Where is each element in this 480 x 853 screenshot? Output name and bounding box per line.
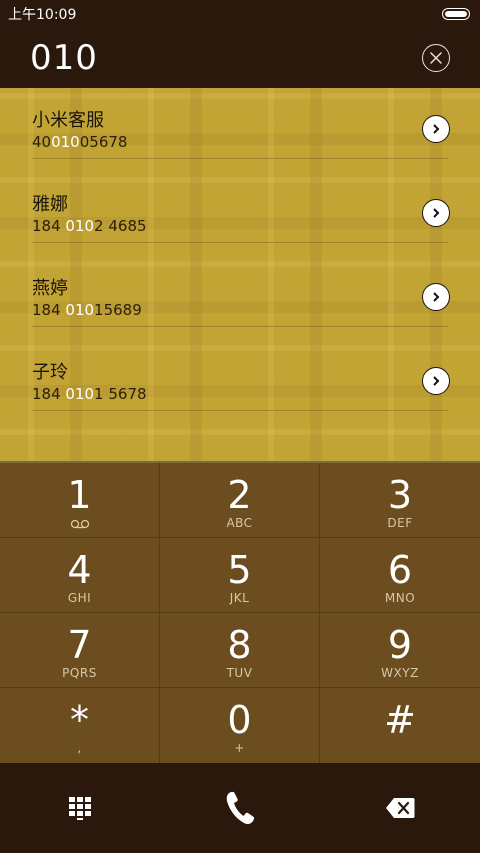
dialpad-grid-icon [69,797,91,820]
key-digit: 1 [67,473,92,517]
chevron-right-icon [433,292,440,302]
key-2[interactable]: 2 ABC [160,463,320,538]
contact-name: 燕婷 [32,278,68,299]
contact-detail-button[interactable] [422,199,450,227]
key-hash[interactable]: # [320,688,480,763]
key-digit: 3 [387,473,413,517]
key-digit: 0 [227,698,252,742]
key-9[interactable]: 9 WXYZ [320,613,480,688]
chevron-right-icon [433,376,440,386]
contact-name: 小米客服 [32,110,104,131]
backspace-icon [386,798,415,818]
voicemail-icon [70,515,90,529]
contact-detail-button[interactable] [422,115,450,143]
key-letters: MNO [384,591,416,605]
key-digit: 4 [67,548,92,592]
key-digit: 8 [227,623,252,667]
key-letters: ABC [226,516,253,530]
delete-digit-button[interactable] [370,778,430,838]
close-icon [430,52,442,64]
key-digit: 6 [387,548,413,592]
contact-number: 4001005678 [32,133,128,151]
contact-number: 184 0101 5678 [32,385,147,403]
chevron-right-icon [433,208,440,218]
key-8[interactable]: 8 TUV [160,613,320,688]
battery-icon [442,8,470,20]
contact-number: 184 01015689 [32,301,142,319]
key-letters: JKL [229,591,250,605]
key-0[interactable]: 0 + [160,688,320,763]
key-digit: 5 [227,548,252,592]
key-7[interactable]: 7 PQRS [0,613,160,688]
key-letters: WXYZ [381,666,419,680]
search-results-list: 小米客服 4001005678 雅娜 184 0102 4685 燕婷 184 … [0,88,480,463]
key-5[interactable]: 5 JKL [160,538,320,613]
contact-result-item[interactable]: 燕婷 184 01015689 [32,256,450,327]
contact-name: 子玲 [32,362,68,383]
key-letters: PQRS [62,666,97,680]
call-button[interactable] [210,778,270,838]
contact-name: 雅娜 [32,194,68,215]
key-4[interactable]: 4 GHI [0,538,160,613]
key-star[interactable]: * , [0,688,160,763]
contact-number: 184 0102 4685 [32,217,147,235]
contact-detail-button[interactable] [422,367,450,395]
chevron-right-icon [433,124,440,134]
dialpad-toggle-button[interactable] [50,778,110,838]
key-digit: 7 [67,623,92,667]
key-letters: GHI [67,591,92,605]
key-letters: + [234,741,245,755]
key-letters: DEF [387,516,413,530]
key-6[interactable]: 6 MNO [320,538,480,613]
status-time: 上午10:09 [8,7,77,23]
key-1[interactable]: 1 [0,463,160,538]
phone-icon [226,791,255,825]
dial-header: 010 [0,28,480,88]
clear-input-button[interactable] [422,44,450,72]
key-3[interactable]: 3 DEF [320,463,480,538]
key-letters: TUV [226,666,253,680]
key-digit: 2 [227,473,252,517]
key-digit: # [384,698,416,742]
dial-keypad: 1 2 ABC 3 DEF 4 GHI 5 JKL 6 MNO 7 PQRS 8… [0,463,480,763]
key-digit: * [70,698,89,742]
key-letters: , [77,741,82,755]
contact-result-item[interactable]: 子玲 184 0101 5678 [32,340,450,411]
action-bar [0,763,480,853]
contact-result-item[interactable]: 小米客服 4001005678 [32,88,450,159]
key-digit: 9 [387,623,413,667]
status-bar: 上午10:09 [0,0,480,28]
dialed-number: 010 [30,38,98,78]
contact-detail-button[interactable] [422,283,450,311]
contact-result-item[interactable]: 雅娜 184 0102 4685 [32,172,450,243]
